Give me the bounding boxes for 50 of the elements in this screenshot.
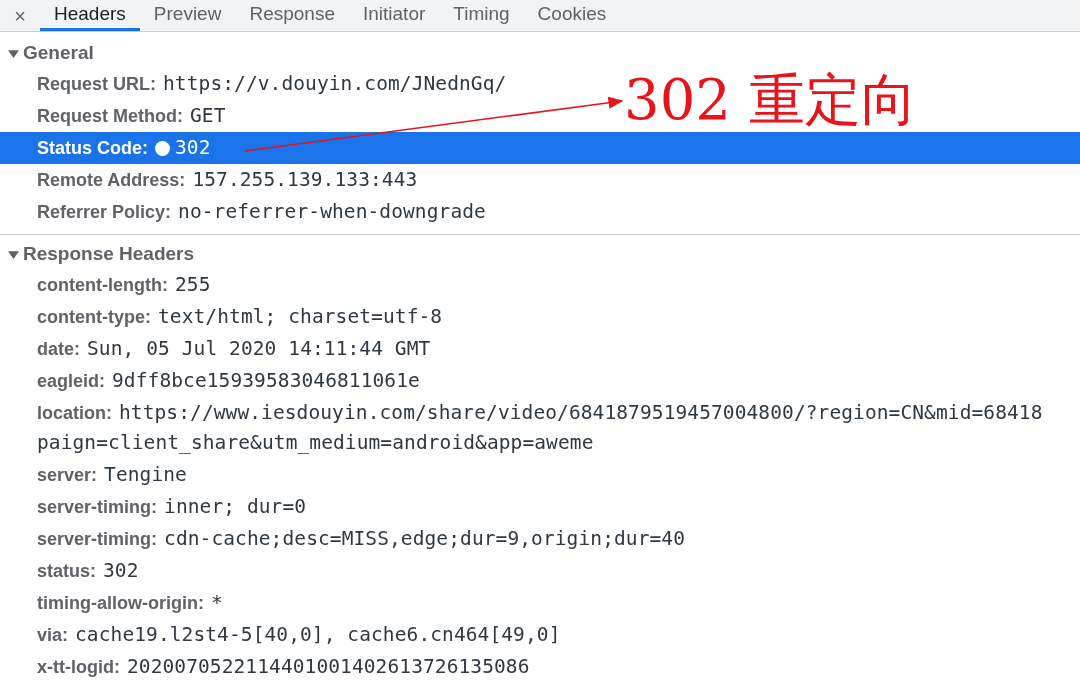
header-value: GET xyxy=(190,103,226,130)
header-name: server-timing: xyxy=(37,527,158,551)
header-value: text/html; charset=utf-8 xyxy=(158,304,443,331)
header-value: no-referrer-when-downgrade xyxy=(178,199,486,226)
section-title: Response Headers xyxy=(23,241,195,266)
header-value: https://www.iesdouyin.com/share/video/6841879519457004800/?region=CN&mid=68418 xyxy=(119,400,1043,427)
tab[interactable]: Timing xyxy=(439,0,524,31)
header-value: https://v.douyin.com/JNednGq/ xyxy=(163,71,507,98)
header-value: paign=client_share&utm_medium=android&app=aweme xyxy=(37,430,594,457)
tab[interactable]: Cookies xyxy=(523,0,621,31)
header-name: date: xyxy=(37,337,80,361)
header-value: 157.255.139.133:443 xyxy=(192,167,418,194)
header-name: Request URL: xyxy=(37,72,156,96)
header-value: 255 xyxy=(175,272,211,299)
header-name: via: xyxy=(37,623,69,647)
header-name: Request Method: xyxy=(37,104,183,128)
header-name: location: xyxy=(37,401,112,425)
tab[interactable]: Preview xyxy=(139,0,236,31)
close-button[interactable]: × xyxy=(8,0,32,31)
header-name: timing-allow-origin: xyxy=(37,591,204,615)
tab[interactable]: Initiator xyxy=(348,0,440,31)
header-value: 302 xyxy=(103,558,139,585)
header-name: Referrer Policy: xyxy=(37,200,172,224)
section-header[interactable]: Response Headers xyxy=(0,239,1080,269)
header-value: cdn-cache;desc=MISS,edge;dur=9,origin;dur=40 xyxy=(164,526,685,553)
section-header[interactable]: General xyxy=(0,38,1080,68)
header-name: x-tt-logid: xyxy=(37,655,120,679)
header-name: status: xyxy=(37,559,96,583)
header-value: Sun, 05 Jul 2020 14:11:44 GMT xyxy=(87,336,431,363)
section-title: General xyxy=(23,40,94,65)
tab[interactable]: Response xyxy=(235,0,349,31)
header-name: server: xyxy=(37,463,98,487)
annotation-text: 302 重定向 xyxy=(624,66,917,134)
header-value: inner; dur=0 xyxy=(164,494,307,521)
disclosure-triangle-icon[interactable] xyxy=(8,47,19,59)
header-name: Remote Address: xyxy=(37,168,186,192)
header-name: eagleid: xyxy=(37,369,106,393)
header-value: * xyxy=(211,590,223,617)
header-name: content-type: xyxy=(37,305,151,329)
selected-row[interactable]: Status Code: 302 xyxy=(0,132,1080,164)
tab[interactable]: Headers xyxy=(40,0,140,31)
header-value: Tengine xyxy=(104,462,187,489)
header-value: 302 xyxy=(175,135,211,162)
header-value: cache19.l2st4-5[40,0], cache6.cn464[49,0] xyxy=(75,622,561,649)
header-value: 2020070522114401001402613726135086 xyxy=(126,654,530,681)
header-name: server-timing: xyxy=(37,495,158,519)
disclosure-triangle-icon[interactable] xyxy=(8,248,19,260)
header-name: Status Code: xyxy=(37,136,148,160)
header-value: 9dff8bce15939583046811061e xyxy=(112,368,420,395)
header-name: content-length: xyxy=(37,273,168,297)
